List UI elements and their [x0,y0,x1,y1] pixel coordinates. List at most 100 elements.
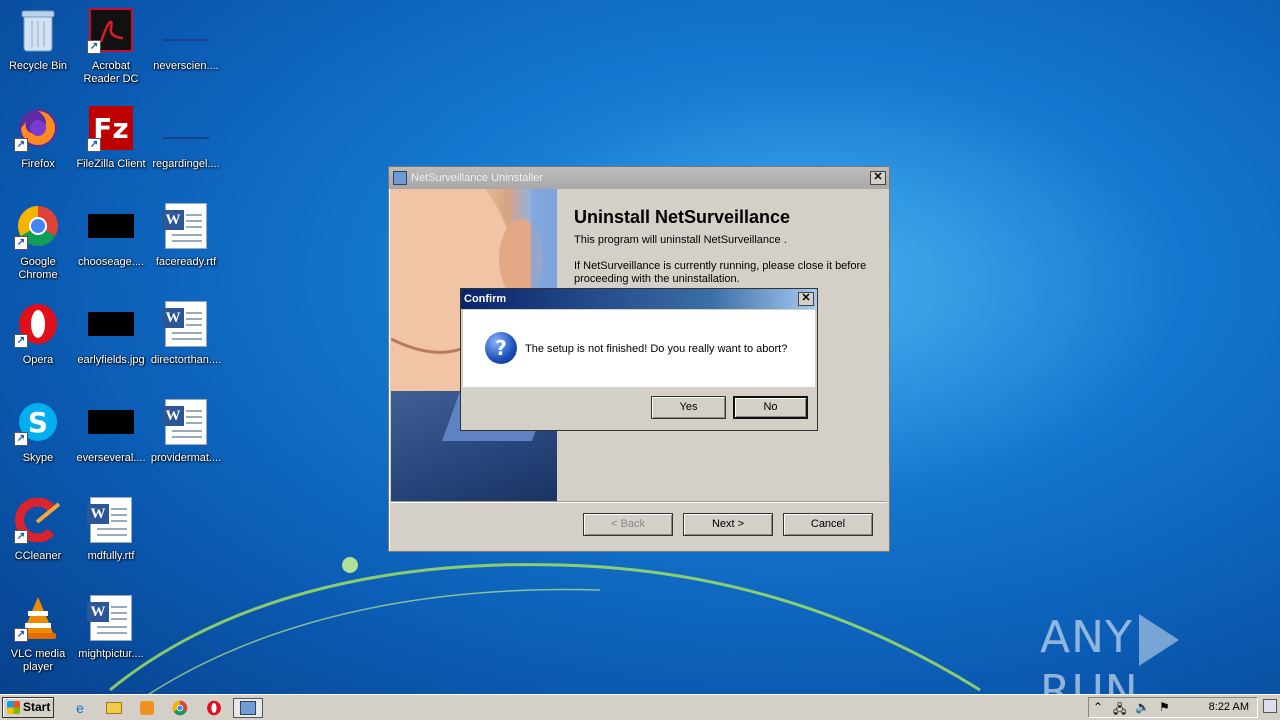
image-icon [87,398,135,446]
installer-description: This program will uninstall NetSurveilla… [574,234,787,246]
uninstaller-titlebar[interactable]: NetSurveillance Uninstaller [389,167,889,189]
windows-flag-icon [7,701,20,714]
desktop-icon-skype[interactable]: S ↗ Skype [0,398,76,488]
shortcut-arrow-icon: ↗ [14,530,28,544]
action-center-flag-icon[interactable]: ⚑ [1159,700,1170,714]
desktop-icon-label: mightpictur.... [78,648,144,660]
uninstaller-taskbar-icon [240,701,256,715]
media-player-icon[interactable] [137,698,157,718]
desktop-icon-filezilla[interactable]: Fz ↗ FileZilla Client [73,104,149,194]
desktop-icon-word-doc[interactable]: W directorthan.... [148,300,224,390]
desktop-icon-label: directorthan.... [150,354,222,366]
desktop-icon-word-doc[interactable]: W providermat.... [148,398,224,488]
filezilla-icon: Fz ↗ [87,104,135,152]
close-icon: ✕ [873,171,883,183]
desktop-icon-label: Firefox [21,158,55,170]
word-doc-icon: W [87,594,135,642]
chrome-taskbar-icon[interactable] [170,698,190,718]
word-doc-icon: W [162,300,210,348]
taskbar: Start e ⌃ 🖧 🔈 ⚑ 8:22 AM [0,694,1280,720]
desktop-icon-recycle-bin[interactable]: Recycle Bin [0,6,76,96]
desktop-icon-word-doc[interactable]: W faceready.rtf [148,202,224,292]
file-icon [162,6,210,54]
uninstaller-taskbar-button[interactable] [233,698,263,718]
start-label: Start [23,700,51,714]
desktop-icon-label: CCleaner [14,550,62,562]
desktop-icon-label: Acrobat Reader DC [83,60,139,85]
desktop-icon-word-doc[interactable]: W mdfully.rtf [73,496,149,586]
question-icon: ? [485,332,517,364]
start-button[interactable]: Start [2,697,54,718]
desktop-icon-file[interactable]: regardingel.... [148,104,224,194]
opera-icon: ↗ [14,300,62,348]
desktop-icon-label: faceready.rtf [155,256,217,268]
word-doc-icon: W [162,202,210,250]
desktop-icon-label: Google Chrome [18,256,58,281]
desktop-icon-opera[interactable]: ↗ Opera [0,300,76,390]
desktop-icon-ccleaner[interactable]: ↗ CCleaner [0,496,76,586]
confirm-dialog: Confirm ✕ ? The setup is not finished! D… [460,288,818,431]
desktop-icon-chrome[interactable]: ↗ Google Chrome [0,202,76,292]
no-button[interactable]: No [733,396,808,419]
firefox-icon: ↗ [14,104,62,152]
shortcut-arrow-icon: ↗ [14,334,28,348]
desktop-icon-image[interactable]: earlyfields.jpg [73,300,149,390]
explorer-icon[interactable] [104,698,124,718]
shortcut-arrow-icon: ↗ [14,236,28,250]
desktop-icon-label: chooseage.... [77,256,145,268]
desktop-icon-file[interactable]: neverscien.... [148,6,224,96]
yes-button[interactable]: Yes [651,396,726,419]
chrome-icon: ↗ [14,202,62,250]
desktop-icon-firefox[interactable]: ↗ Firefox [0,104,76,194]
vlc-icon: ↗ [14,594,62,642]
shortcut-arrow-icon: ↗ [87,40,101,54]
confirm-body: ? The setup is not finished! Do you real… [463,310,815,387]
desktop-icon-label: neverscien.... [153,60,219,72]
back-button[interactable]: < Back [583,513,673,536]
desktop-icon-image[interactable]: everseveral.... [73,398,149,488]
desktop-icon-label: Skype [22,452,54,464]
desktop-icon-label: providermat.... [150,452,222,464]
desktop-icon-label: FileZilla Client [76,158,146,170]
desktop-icon-acrobat[interactable]: ↗ Acrobat Reader DC [73,6,149,96]
desktop-icon-label: earlyfields.jpg [77,354,145,366]
installer-separator [391,501,887,503]
file-icon [162,104,210,152]
shortcut-arrow-icon: ↗ [14,628,28,642]
confirm-titlebar[interactable]: Confirm [461,289,817,309]
uninstaller-close-button[interactable]: ✕ [870,171,886,185]
word-doc-icon: W [87,496,135,544]
word-doc-icon: W [162,398,210,446]
ie-icon[interactable]: e [70,698,90,718]
acrobat-icon: ↗ [87,6,135,54]
installer-heading: Uninstall NetSurveillance [574,207,791,227]
watermark-text-left: ANY [1040,612,1133,663]
desktop-icon-vlc[interactable]: ↗ VLC media player [0,594,76,684]
tray-expand-icon[interactable]: ⌃ [1093,700,1103,714]
close-icon: ✕ [801,292,811,304]
desktop-icon-label: regardingel.... [152,158,220,170]
desktop-icon-label: Recycle Bin [8,60,68,72]
show-desktop-button[interactable] [1263,699,1277,713]
image-icon [87,202,135,250]
taskbar-clock[interactable]: 8:22 AM [1209,701,1249,713]
confirm-message: The setup is not finished! Do you really… [525,343,788,355]
shortcut-arrow-icon: ↗ [14,432,28,446]
network-icon[interactable]: 🖧 [1113,700,1126,720]
ccleaner-icon: ↗ [14,496,62,544]
confirm-title: Confirm [464,293,507,305]
installer-instructions: If NetSurveillance is currently running,… [574,260,867,285]
opera-taskbar-icon[interactable] [204,698,224,718]
desktop-icon-word-doc[interactable]: W mightpictur.... [73,594,149,684]
cancel-button[interactable]: Cancel [783,513,873,536]
confirm-close-button[interactable]: ✕ [798,292,814,306]
next-button[interactable]: Next > [683,513,773,536]
desktop-icon-label: mdfully.rtf [87,550,135,562]
shortcut-arrow-icon: ↗ [87,138,101,152]
desktop-icon-image[interactable]: chooseage.... [73,202,149,292]
shortcut-arrow-icon: ↗ [14,138,28,152]
volume-icon[interactable]: 🔈 [1135,700,1150,714]
play-icon [1138,614,1179,666]
uninstaller-app-icon [393,171,407,185]
desktop-icon-label: everseveral.... [76,452,146,464]
